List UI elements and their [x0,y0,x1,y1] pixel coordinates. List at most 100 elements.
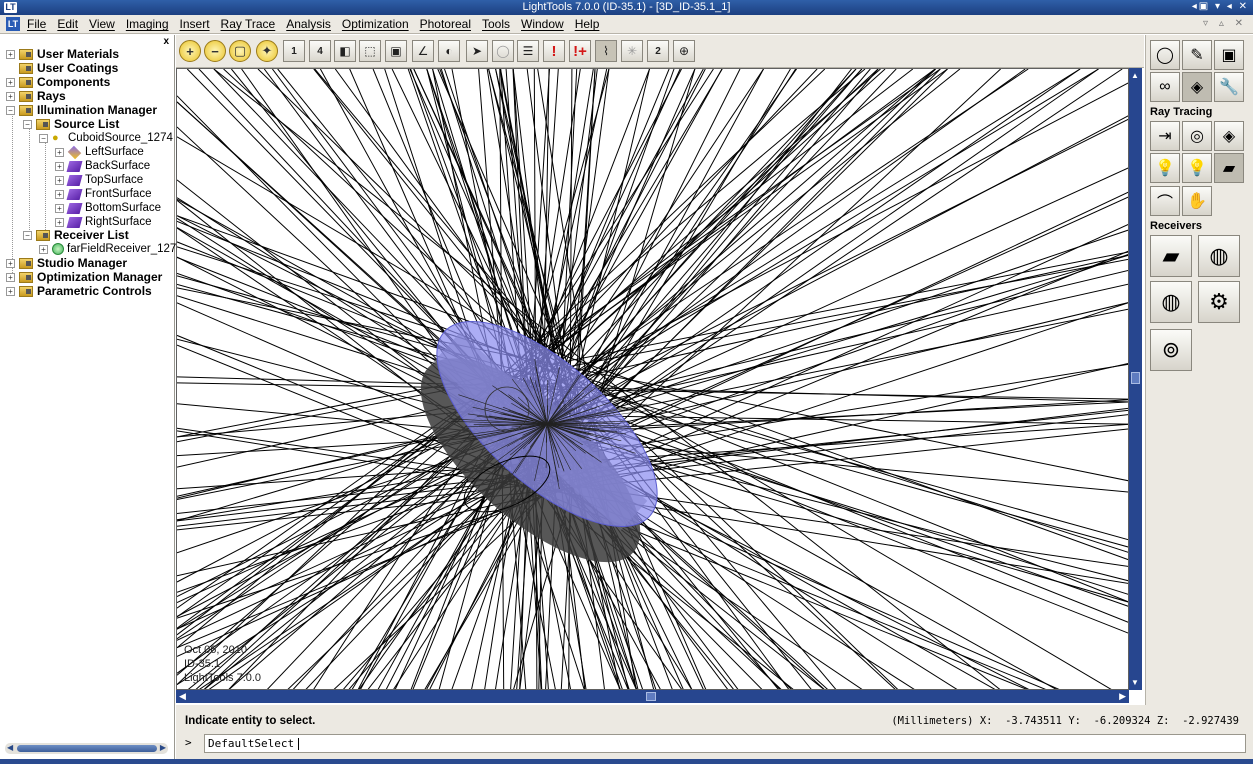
ray-burst-icon[interactable]: ✳ [621,40,643,62]
tree-cuboid-source[interactable]: − ● CuboidSource_1274 [39,131,173,145]
seq-trace-icon[interactable]: ◎ [1182,121,1212,151]
tree-illumination-manager[interactable]: − Illumination Manager [6,103,157,117]
light-icon[interactable]: ◐ [438,40,460,62]
document-icon[interactable]: LT [6,17,20,31]
viewport-vertical-scrollbar[interactable]: ▲ ▼ [1129,68,1142,690]
two-icon[interactable]: 2 [647,40,669,62]
scroll-thumb[interactable] [17,745,157,752]
menu-help[interactable]: Help [575,17,600,31]
scroll-left-icon[interactable]: ◀ [179,691,186,702]
expand-icon[interactable]: + [6,77,15,87]
scroll-thumb[interactable] [1131,372,1140,384]
3d-viewport[interactable]: Oct 06, 2010 ID-35.1 LightTools 7.0.0 [176,68,1129,690]
tree-surface-leftsurface[interactable]: + LeftSurface [55,145,144,159]
menu-tools[interactable]: Tools [482,17,510,31]
command-input[interactable]: DefaultSelect [204,734,1246,753]
menu-edit[interactable]: Edit [57,17,78,31]
scroll-right-icon[interactable]: ▶ [160,743,166,752]
expand-icon[interactable]: + [39,244,48,254]
menu-optimization[interactable]: Optimization [342,17,409,31]
menu-ray-trace[interactable]: Ray Trace [221,17,276,31]
hand-icon[interactable]: ✋ [1182,186,1212,216]
bulb-icon[interactable]: 💡 [1150,153,1180,183]
solid-view-icon[interactable]: ◧ [334,40,356,62]
lens-disabled-icon[interactable]: ◯ [492,40,514,62]
expand-icon[interactable]: + [6,258,15,268]
tree-receiver-list[interactable]: − Receiver List [23,228,129,242]
binoculars-icon[interactable]: ∞ [1150,72,1180,102]
alert-plus-icon[interactable]: !+ [569,40,591,62]
ring-receiver-icon[interactable]: ⊚ [1150,329,1192,371]
expand-icon[interactable]: + [6,49,15,59]
tree-user-coatings[interactable]: User Coatings [19,61,118,75]
axes-icon[interactable]: ∠ [412,40,434,62]
zoom-window-icon[interactable]: ▢ [229,40,251,62]
tree-rays[interactable]: + Rays [6,89,66,103]
tree-surface-backsurface[interactable]: + BackSurface [55,159,150,173]
viewport-horizontal-scrollbar[interactable]: ◀ ▶ [176,690,1129,703]
tree-optimization-manager[interactable]: + Optimization Manager [6,270,162,284]
collapse-icon[interactable]: − [39,133,48,143]
tree-horizontal-scrollbar[interactable]: ◀ ▶ [5,743,168,754]
document-icon[interactable]: ☰ [517,40,539,62]
menu-photoreal[interactable]: Photoreal [420,17,471,31]
menu-imaging[interactable]: Imaging [126,17,169,31]
trace-prism-icon[interactable]: ◈ [1214,121,1244,151]
freeform-icon[interactable]: ✎ [1182,40,1212,70]
tree-surface-frontsurface[interactable]: + FrontSurface [55,187,151,201]
mdi-controls[interactable]: ▿ ▵ ✕ [1203,18,1247,29]
expand-icon[interactable]: + [55,175,64,185]
menu-file[interactable]: File [27,17,46,31]
tree-parametric-controls[interactable]: + Parametric Controls [6,284,152,298]
prism-view-icon[interactable]: ◈ [1182,72,1212,102]
select-arrow-icon[interactable]: ➤ [466,40,488,62]
menu-window[interactable]: Window [521,17,564,31]
tree-surface-rightsurface[interactable]: + RightSurface [55,215,151,229]
scroll-left-icon[interactable]: ◀ [7,743,13,752]
cubes-icon[interactable]: ▣ [1214,40,1244,70]
tree-surface-topsurface[interactable]: + TopSurface [55,173,143,187]
zoom-fit-icon[interactable]: ✦ [256,40,278,62]
tree-source-list[interactable]: − Source List [23,117,119,131]
scroll-thumb[interactable] [646,692,656,701]
tree-components[interactable]: + Components [6,75,110,89]
tree-studio-manager[interactable]: + Studio Manager [6,256,127,270]
wrench-icon[interactable]: 🔧 [1214,72,1244,102]
farfield-receiver-2-icon[interactable]: ◍ [1150,281,1192,323]
four-views-icon[interactable]: 4 [309,40,331,62]
tree-farfield-receiver[interactable]: + farFieldReceiver_127 [39,242,176,256]
expand-icon[interactable]: + [55,203,64,213]
expand-icon[interactable]: + [6,286,15,296]
window-controls[interactable]: ◂▣ ▾ ◂ ✕ [1192,1,1249,12]
scroll-right-icon[interactable]: ▶ [1119,691,1126,702]
menu-analysis[interactable]: Analysis [286,17,331,31]
alert-icon[interactable]: ! [543,40,565,62]
single-view-icon[interactable]: 1 [283,40,305,62]
expand-icon[interactable]: + [55,147,64,157]
expand-icon[interactable]: + [6,91,15,101]
wireframe-view-icon[interactable]: ⬚ [359,40,381,62]
source-ray-icon[interactable]: ⊕ [673,40,695,62]
collapse-icon[interactable]: − [23,119,32,129]
surface-receiver-icon[interactable]: ▰ [1150,235,1192,277]
scroll-up-icon[interactable]: ▲ [1131,71,1139,80]
expand-icon[interactable]: + [55,161,64,171]
expand-icon[interactable]: + [55,217,64,227]
expand-icon[interactable]: + [55,189,64,199]
bulb-small-icon[interactable]: 💡 [1182,153,1212,183]
close-tree-icon[interactable]: x [163,36,169,47]
zoom-in-icon[interactable]: + [179,40,201,62]
collapse-icon[interactable]: − [6,105,15,115]
expand-icon[interactable]: + [6,272,15,282]
menu-insert[interactable]: Insert [180,17,210,31]
lens-icon[interactable]: ◯ [1150,40,1180,70]
tree-user-materials[interactable]: + User Materials [6,47,119,61]
collapse-icon[interactable]: − [23,230,32,240]
hidden-line-view-icon[interactable]: ▣ [385,40,407,62]
farfield-receiver-icon[interactable]: ◍ [1198,235,1240,277]
nonseq-trace-icon[interactable]: ⇥ [1150,121,1180,151]
scroll-down-icon[interactable]: ▼ [1131,678,1139,687]
zoom-out-icon[interactable]: − [204,40,226,62]
receiver-plane-icon[interactable]: ▰ [1214,153,1244,183]
reflector-icon[interactable]: ⌒ [1150,186,1180,216]
